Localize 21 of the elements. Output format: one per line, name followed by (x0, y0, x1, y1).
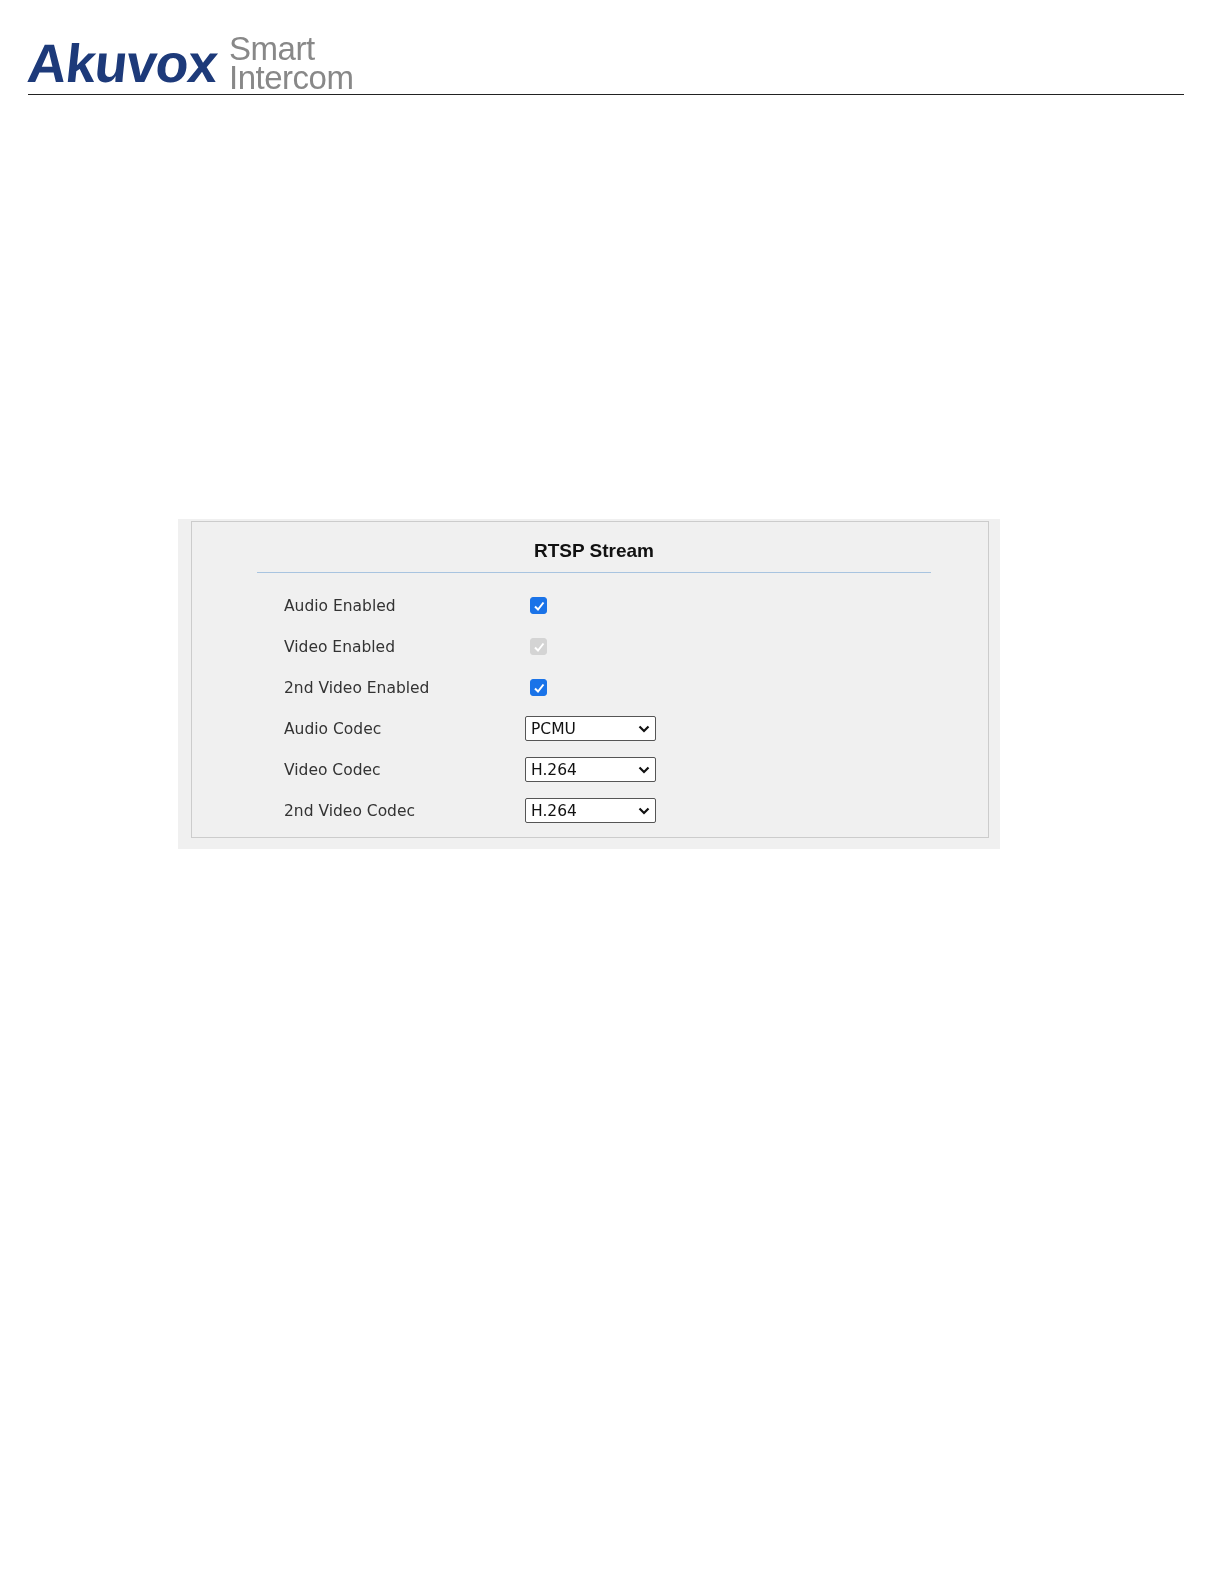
field-label: 2nd Video Codec (284, 801, 416, 820)
dropdown[interactable]: PCMU (525, 716, 656, 741)
chevron-down-icon (638, 724, 650, 733)
checkmark-icon (532, 640, 545, 653)
checkmark-icon (532, 681, 545, 694)
logo-tagline: Smart (229, 34, 315, 63)
dropdown[interactable]: H.264 (525, 798, 656, 823)
checkbox[interactable] (530, 597, 547, 614)
panel-title: RTSP Stream (533, 540, 655, 562)
field-label: 2nd Video Enabled (284, 678, 431, 697)
field-label: Video Codec (284, 760, 382, 779)
checkmark-icon (532, 599, 545, 612)
field-label: Audio Enabled (284, 596, 397, 615)
logo-tagline: Intercom (229, 63, 354, 92)
checkbox[interactable] (530, 679, 547, 696)
field-label: Video Enabled (284, 637, 396, 656)
chevron-down-icon (638, 806, 650, 815)
dropdown[interactable]: H.264 (525, 757, 656, 782)
brand-logo: Akuvox (25, 36, 220, 90)
field-label: Audio Codec (284, 719, 383, 738)
chevron-down-icon (638, 765, 650, 774)
